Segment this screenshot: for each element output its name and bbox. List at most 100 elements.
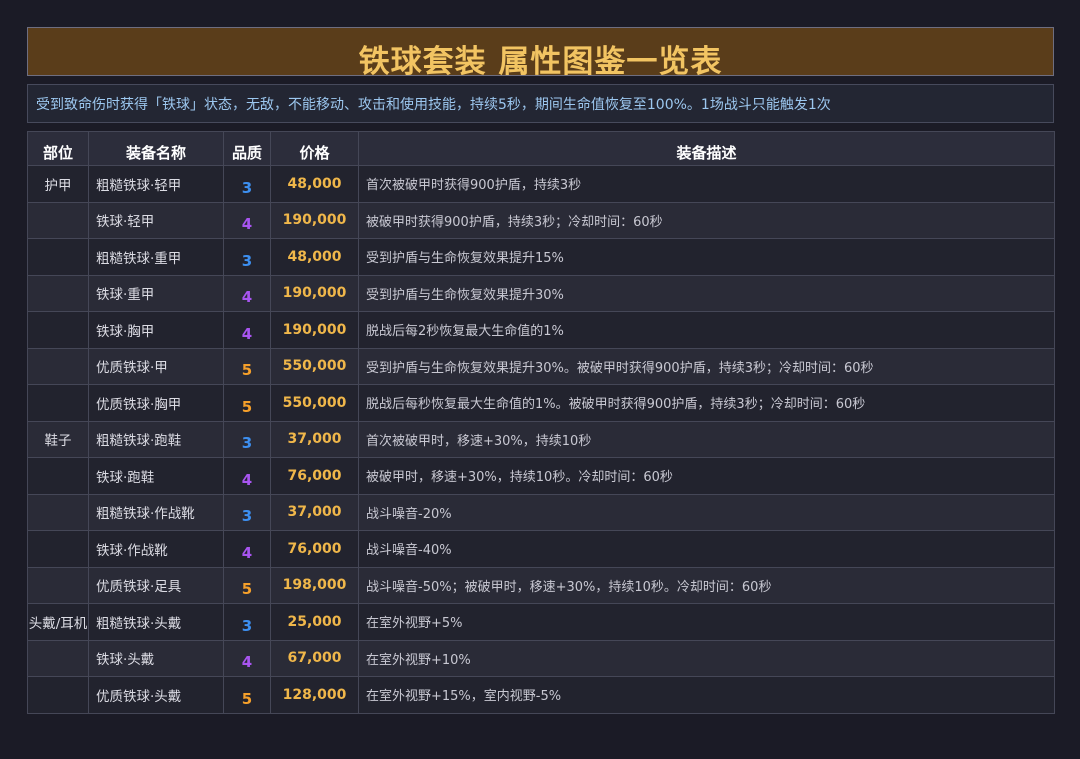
part-cell [27,311,89,349]
equipment-name: 优质铁球·胸甲 [88,384,224,422]
table-row: 优质铁球·头戴 5 128,000 在室外视野+15%，室内视野-5% [27,676,1055,714]
equipment-name: 粗糙铁球·轻甲 [88,165,224,203]
equipment-name: 优质铁球·甲 [88,347,224,385]
header-part: 部位 [27,131,89,166]
title-banner: 铁球套装 属性图鉴一览表 [27,27,1054,76]
header-desc: 装备描述 [358,131,1055,166]
quality-value: 4 [223,639,271,677]
equipment-description: 受到护盾与生命恢复效果提升30% [358,274,1055,312]
quality-value: 4 [223,274,271,312]
part-cell [27,530,89,568]
equipment-name: 粗糙铁球·作战靴 [88,493,224,531]
equipment-name: 铁球·轻甲 [88,201,224,239]
part-cell [27,274,89,312]
equipment-name: 铁球·头戴 [88,639,224,677]
quality-value: 3 [223,420,271,458]
part-cell: 头戴/耳机 [27,603,89,641]
price-value: 190,000 [270,201,359,239]
equipment-description: 首次被破甲时，移速+30%，持续10秒 [358,420,1055,458]
equipment-description: 被破甲时，移速+30%，持续10秒。冷却时间：60秒 [358,457,1055,495]
equipment-name: 粗糙铁球·重甲 [88,238,224,276]
equipment-name: 铁球·跑鞋 [88,457,224,495]
page-title: 铁球套装 属性图鉴一览表 [358,44,723,76]
quality-value: 5 [223,384,271,422]
price-value: 198,000 [270,566,359,604]
price-value: 37,000 [270,493,359,531]
equipment-table: 部位 装备名称 品质 价格 装备描述 护甲 粗糙铁球·轻甲 3 48,000 首次被破甲… [27,131,1055,714]
table-row: 铁球·跑鞋 4 76,000 被破甲时，移速+30%，持续10秒。冷却时间：60秒 [27,457,1055,495]
table-row: 铁球·头戴 4 67,000 在室外视野+10% [27,639,1055,677]
part-cell: 鞋子 [27,420,89,458]
equipment-description: 受到护盾与生命恢复效果提升30%。被破甲时获得900护盾，持续3秒；冷却时间：6… [358,347,1055,385]
equipment-description: 战斗噪音-40% [358,530,1055,568]
table-header-row: 部位 装备名称 品质 价格 装备描述 [27,131,1055,166]
set-effect-text: 受到致命伤时获得「铁球」状态，无敌，不能移动、攻击和使用技能，持续5秒，期间生命… [36,96,831,113]
header-name: 装备名称 [88,131,224,166]
table-row: 粗糙铁球·重甲 3 48,000 受到护盾与生命恢复效果提升15% [27,238,1055,276]
table-row: 粗糙铁球·作战靴 3 37,000 战斗噪音-20% [27,493,1055,531]
price-value: 48,000 [270,165,359,203]
table-row: 优质铁球·甲 5 550,000 受到护盾与生命恢复效果提升30%。被破甲时获得900… [27,347,1055,385]
quality-value: 4 [223,201,271,239]
equipment-name: 铁球·胸甲 [88,311,224,349]
equipment-description: 受到护盾与生命恢复效果提升15% [358,238,1055,276]
part-cell [27,457,89,495]
quality-value: 3 [223,165,271,203]
equipment-name: 粗糙铁球·头戴 [88,603,224,641]
equipment-name: 优质铁球·足具 [88,566,224,604]
price-value: 37,000 [270,420,359,458]
price-value: 76,000 [270,530,359,568]
part-cell [27,566,89,604]
part-cell [27,676,89,714]
table-row: 优质铁球·足具 5 198,000 战斗噪音-50%；被破甲时，移速+30%，持续10… [27,566,1055,604]
equipment-description: 被破甲时获得900护盾，持续3秒；冷却时间：60秒 [358,201,1055,239]
equipment-description: 脱战后每2秒恢复最大生命值的1% [358,311,1055,349]
table-row: 鞋子 粗糙铁球·跑鞋 3 37,000 首次被破甲时，移速+30%，持续10秒 [27,420,1055,458]
part-cell [27,493,89,531]
part-cell [27,201,89,239]
quality-value: 3 [223,493,271,531]
price-value: 25,000 [270,603,359,641]
part-cell: 护甲 [27,165,89,203]
equipment-description: 在室外视野+15%，室内视野-5% [358,676,1055,714]
equipment-description: 首次被破甲时获得900护盾，持续3秒 [358,165,1055,203]
quality-value: 4 [223,311,271,349]
quality-value: 4 [223,457,271,495]
equipment-description: 在室外视野+5% [358,603,1055,641]
part-cell [27,639,89,677]
table-row: 铁球·轻甲 4 190,000 被破甲时获得900护盾，持续3秒；冷却时间：60秒 [27,201,1055,239]
price-value: 190,000 [270,311,359,349]
equipment-description: 战斗噪音-20% [358,493,1055,531]
equipment-description: 脱战后每秒恢复最大生命值的1%。被破甲时获得900护盾，持续3秒；冷却时间：60… [358,384,1055,422]
equipment-name: 铁球·作战靴 [88,530,224,568]
quality-value: 3 [223,238,271,276]
price-value: 190,000 [270,274,359,312]
table-row: 优质铁球·胸甲 5 550,000 脱战后每秒恢复最大生命值的1%。被破甲时获得900… [27,384,1055,422]
quality-value: 4 [223,530,271,568]
price-value: 67,000 [270,639,359,677]
price-value: 76,000 [270,457,359,495]
quality-value: 5 [223,676,271,714]
price-value: 550,000 [270,347,359,385]
equipment-description: 在室外视野+10% [358,639,1055,677]
table-row: 护甲 粗糙铁球·轻甲 3 48,000 首次被破甲时获得900护盾，持续3秒 [27,165,1055,203]
table-row: 铁球·作战靴 4 76,000 战斗噪音-40% [27,530,1055,568]
price-value: 48,000 [270,238,359,276]
header-quality: 品质 [223,131,271,166]
equipment-name: 优质铁球·头戴 [88,676,224,714]
part-cell [27,384,89,422]
quality-value: 5 [223,347,271,385]
part-cell [27,238,89,276]
set-effect-description: 受到致命伤时获得「铁球」状态，无敌，不能移动、攻击和使用技能，持续5秒，期间生命… [27,84,1054,123]
header-price: 价格 [270,131,359,166]
price-value: 128,000 [270,676,359,714]
quality-value: 5 [223,566,271,604]
table-row: 头戴/耳机 粗糙铁球·头戴 3 25,000 在室外视野+5% [27,603,1055,641]
price-value: 550,000 [270,384,359,422]
equipment-description: 战斗噪音-50%；被破甲时，移速+30%，持续10秒。冷却时间：60秒 [358,566,1055,604]
part-cell [27,347,89,385]
quality-value: 3 [223,603,271,641]
table-row: 铁球·胸甲 4 190,000 脱战后每2秒恢复最大生命值的1% [27,311,1055,349]
equipment-name: 铁球·重甲 [88,274,224,312]
table-body: 护甲 粗糙铁球·轻甲 3 48,000 首次被破甲时获得900护盾，持续3秒 铁球·轻甲 4… [27,165,1055,714]
